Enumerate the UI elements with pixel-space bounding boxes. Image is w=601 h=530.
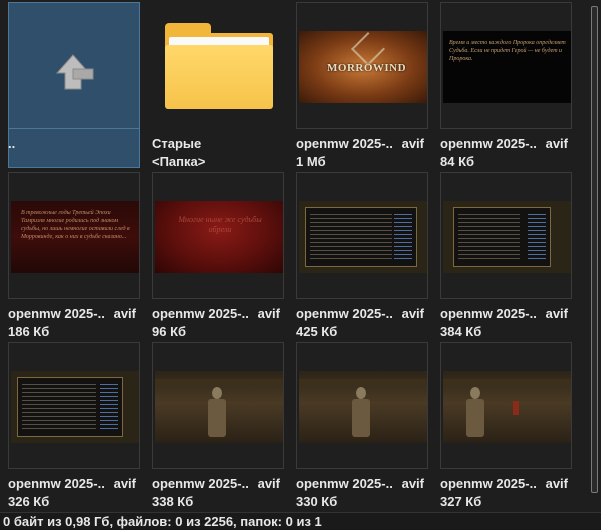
file-name: openmw 2025-.. — [8, 306, 105, 321]
thumbnail — [296, 342, 428, 469]
thumbnail-image — [443, 371, 571, 443]
thumbnail — [296, 172, 428, 299]
file-caption: openmw 2025-.. avif 338 Кб — [152, 475, 284, 511]
file-caption: .. — [8, 135, 140, 153]
thumbnail-text: В тревожные годы Третьей Эпохи Тамриэля … — [21, 210, 130, 240]
vertical-scrollbar[interactable] — [588, 0, 601, 512]
file-size: 186 Кб — [8, 324, 50, 339]
file-name: openmw 2025-.. — [440, 136, 537, 151]
file-size: 1 Мб — [296, 154, 326, 169]
file-caption: openmw 2025-.. avif 327 Кб — [440, 475, 572, 511]
file-name: openmw 2025-.. — [296, 476, 393, 491]
file-name: openmw 2025-.. — [296, 136, 393, 151]
file-caption: openmw 2025-.. avif 384 Кб — [440, 305, 572, 341]
file-ext: avif — [257, 476, 280, 491]
file-caption: openmw 2025-.. avif 330 Кб — [296, 475, 428, 511]
thumbnail-image — [443, 201, 571, 273]
file-caption: openmw 2025-.. avif 96 Кб — [152, 305, 284, 341]
thumbnail — [152, 342, 284, 469]
file-caption: openmw 2025-.. avif 425 Кб — [296, 305, 428, 341]
thumbnail-image — [299, 201, 427, 273]
file-name: openmw 2025-.. — [8, 476, 105, 491]
thumbnail — [8, 2, 140, 129]
file-tile[interactable]: MORROWIND openmw 2025-.. avif 1 Мб — [296, 2, 436, 171]
file-tile[interactable]: openmw 2025-.. avif 338 Кб — [152, 342, 292, 511]
file-name: openmw 2025-.. — [296, 306, 393, 321]
up-arrow-icon — [55, 54, 94, 90]
file-caption: openmw 2025-.. avif 186 Кб — [8, 305, 140, 341]
scrollbar-thumb[interactable] — [591, 6, 598, 493]
file-size: 384 Кб — [440, 324, 482, 339]
status-text: 0 байт из 0,98 Гб, файлов: 0 из 2256, па… — [3, 514, 322, 529]
thumbnail: MORROWIND — [296, 2, 428, 129]
file-name: openmw 2025-.. — [152, 306, 249, 321]
thumbnail-text: Многие ныне же судьбы обрели — [178, 215, 262, 234]
thumbnail-image: MORROWIND — [299, 31, 427, 103]
file-ext: avif — [545, 476, 568, 491]
thumbnail-image: В тревожные годы Третьей Эпохи Тамриэля … — [11, 201, 139, 273]
file-ext: avif — [545, 306, 568, 321]
thumbnail: В тревожные годы Третьей Эпохи Тамриэля … — [8, 172, 140, 299]
file-size: 327 Кб — [440, 494, 482, 509]
file-size: <Папка> — [152, 154, 206, 169]
thumbnail-image — [11, 371, 139, 443]
file-tile[interactable]: Многие ныне же судьбы обрели openmw 2025… — [152, 172, 292, 341]
file-name: openmw 2025-.. — [152, 476, 249, 491]
thumbnail — [440, 172, 572, 299]
file-ext: avif — [545, 136, 568, 151]
file-caption: openmw 2025-.. avif 1 Мб — [296, 135, 428, 171]
file-ext: avif — [401, 306, 424, 321]
thumbnail-image — [155, 371, 283, 443]
file-size: 84 Кб — [440, 154, 475, 169]
file-size: 338 Кб — [152, 494, 194, 509]
file-ext: avif — [113, 306, 136, 321]
file-tile[interactable]: openmw 2025-.. avif 384 Кб — [440, 172, 580, 341]
file-tile-parent[interactable]: .. — [8, 2, 148, 168]
morrowind-logo-text: MORROWIND — [327, 62, 407, 74]
file-tile[interactable]: openmw 2025-.. avif 327 Кб — [440, 342, 580, 511]
file-name: openmw 2025-.. — [440, 306, 537, 321]
file-tile[interactable]: Время и место каждого Пророка определяет… — [440, 2, 580, 171]
file-ext: avif — [257, 306, 280, 321]
thumbnail-image: Многие ныне же судьбы обрели — [155, 201, 283, 273]
thumbnail — [152, 2, 284, 129]
thumbnail: Время и место каждого Пророка определяет… — [440, 2, 572, 129]
file-ext: avif — [113, 476, 136, 491]
file-name: Старые — [152, 136, 202, 151]
file-tile[interactable]: openmw 2025-.. avif 330 Кб — [296, 342, 436, 511]
file-ext: avif — [401, 136, 424, 151]
file-size: 96 Кб — [152, 324, 187, 339]
thumbnail-text: Время и место каждого Пророка определяет… — [449, 40, 566, 62]
thumbnail — [440, 342, 572, 469]
file-caption: openmw 2025-.. avif 84 Кб — [440, 135, 572, 171]
thumbnail-image — [299, 371, 427, 443]
file-caption: openmw 2025-.. avif 326 Кб — [8, 475, 140, 511]
file-tile[interactable]: openmw 2025-.. avif 326 Кб — [8, 342, 148, 511]
file-name: .. — [8, 136, 16, 151]
status-bar: 0 байт из 0,98 Гб, файлов: 0 из 2256, па… — [0, 512, 601, 530]
thumbnail-image: Время и место каждого Пророка определяет… — [443, 31, 571, 103]
file-size: 425 Кб — [296, 324, 338, 339]
file-tile-folder[interactable]: Старые <Папка> — [152, 2, 292, 171]
file-name: openmw 2025-.. — [440, 476, 537, 491]
thumbnail — [8, 342, 140, 469]
file-tile[interactable]: openmw 2025-.. avif 425 Кб — [296, 172, 436, 341]
file-thumbnail-grid: .. Старые <Папка> MORROWIND openmw 2025-… — [0, 0, 588, 512]
file-caption: Старые <Папка> — [152, 135, 284, 171]
file-size: 326 Кб — [8, 494, 50, 509]
file-tile[interactable]: В тревожные годы Третьей Эпохи Тамриэля … — [8, 172, 148, 341]
file-size: 330 Кб — [296, 494, 338, 509]
thumbnail: Многие ныне же судьбы обрели — [152, 172, 284, 299]
folder-icon — [163, 21, 275, 111]
file-ext: avif — [401, 476, 424, 491]
